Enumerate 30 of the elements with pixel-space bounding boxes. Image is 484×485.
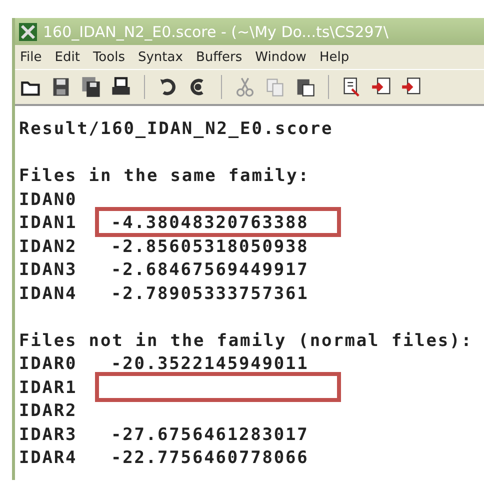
file-name: IDAR4 (19, 447, 78, 470)
menu-item[interactable]: Tools (92, 50, 125, 64)
file-name: IDAN0 (19, 188, 78, 212)
menu-item[interactable]: Window (255, 50, 306, 64)
floppy-disks-icon[interactable] (80, 76, 102, 98)
window-title: 160_IDAN_N2_E0.score - (~\My Do...ts\CS297\ (43, 22, 388, 40)
file-name: IDAR0 (19, 353, 78, 376)
text-line: Files not in the family (normal files): (19, 330, 473, 352)
menu-item[interactable]: File (20, 50, 42, 64)
text-line: Result/160_IDAN_N2_E0.score (19, 118, 334, 141)
file-name: IDAR2 (19, 400, 78, 423)
menu-item[interactable]: Buffers (196, 50, 242, 64)
score-value: -2.85605318050938 (111, 236, 309, 258)
score-value: -2.68467569449917 (111, 259, 309, 282)
menu-item[interactable]: Edit (54, 50, 80, 64)
score-value: -2.78905333757361 (111, 282, 309, 306)
file-name: IDAN2 (19, 236, 78, 258)
score-value: -20.3522145949011 (111, 353, 309, 376)
text-line: Files in the same family: (19, 165, 310, 188)
menu-item[interactable]: Help (319, 50, 350, 64)
file-name: IDAN1 (19, 212, 78, 235)
file-name: IDAN4 (19, 282, 78, 306)
score-value: -4.38048320763388 (111, 212, 309, 235)
file-name: IDAR3 (19, 424, 78, 446)
file-name: IDAR1 (19, 376, 78, 400)
score-value: -27.6756461283017 (111, 424, 309, 446)
file-name: IDAN3 (19, 259, 78, 282)
score-value: -22.7756460778066 (111, 447, 309, 470)
app-icon (19, 22, 37, 40)
menu-item[interactable]: Syntax (138, 50, 183, 64)
